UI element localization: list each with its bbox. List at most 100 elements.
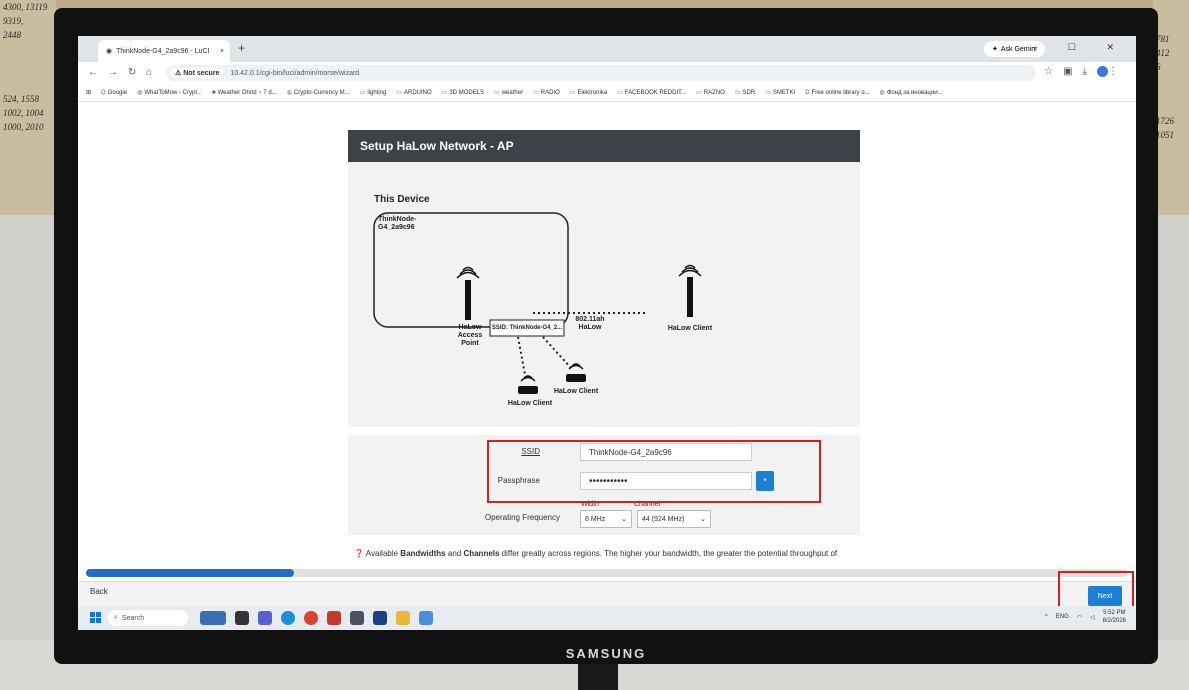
address-bar[interactable]: ⚠ Not secure 10.42.0.1/cgi-bin/luci/admi… [166, 65, 1036, 81]
chevron-up-icon[interactable]: ^ [1045, 614, 1048, 620]
not-secure-chip[interactable]: ⚠ Not secure [170, 68, 225, 78]
extensions-icon[interactable]: ▣ [1063, 66, 1082, 77]
clock-time: 5:52 PM [1103, 610, 1126, 616]
shelf-label: 1000, 2010 [3, 122, 44, 132]
page-title: Setup HaLow Network - AP [348, 130, 860, 162]
clock[interactable]: 5:52 PM 8/2/2026 [1103, 609, 1126, 625]
shelf-label: 781 [1156, 34, 1170, 44]
link-label: 802.11ah HaLow [575, 316, 605, 331]
help-icon: ❓ [354, 549, 364, 558]
app-icon[interactable] [327, 611, 341, 625]
device-name-label: ThinkNode-G4_2a9c96 [378, 216, 417, 231]
back-button[interactable]: Back [90, 587, 108, 596]
chevron-down-icon: ⌄ [700, 516, 706, 523]
back-arrow-icon[interactable]: ← [88, 67, 98, 78]
windows-start-icon[interactable] [90, 612, 102, 624]
home-icon[interactable]: ⌂ [146, 67, 152, 78]
volume-icon[interactable]: ◁ [1090, 614, 1095, 621]
new-tab-button[interactable]: + [238, 41, 245, 55]
bookmark-folder[interactable]: ▭ SDR [735, 89, 755, 96]
folder-icon: ▭ [533, 90, 539, 96]
wizard-progress [86, 569, 1128, 577]
shelf-label: 6 [1156, 62, 1161, 72]
chevron-down-icon: ⌄ [621, 516, 627, 523]
profile-avatar[interactable] [1097, 66, 1108, 77]
close-tab-icon[interactable]: × [220, 48, 224, 55]
client-wifi-icon [568, 363, 584, 370]
bookmark-folder[interactable]: ▭ RAZNO [696, 89, 725, 96]
bookmark-folder[interactable]: ▭ ARDUINO [396, 89, 431, 96]
teams-icon[interactable] [258, 611, 272, 625]
bookmark-item[interactable]: ◍ WhatToMow - Crypt... [137, 89, 202, 96]
bookmark-item[interactable]: ■ Weather Ohrid ~ 7 d... [212, 90, 277, 96]
window-controls[interactable]: – ☐ ✕ [1032, 42, 1128, 53]
star-icon[interactable]: ☆ [1044, 66, 1063, 77]
client-link-1 [517, 336, 527, 381]
taskbar-apps [200, 611, 433, 625]
widgets-icon[interactable] [200, 611, 226, 625]
bookmark-folder[interactable]: ▭ lighting [360, 89, 387, 96]
browser-tab[interactable]: ◉ ThinkNode-G4_2a9c96 - LuCI × [98, 40, 230, 62]
ap-antenna-icon [465, 280, 471, 320]
client-wifi-icon [678, 264, 702, 277]
bookmark-folder[interactable]: ▭ RADIO [533, 89, 560, 96]
width-value: 8 MHz [585, 515, 606, 523]
site-icon: D [805, 89, 810, 96]
g-icon: G [101, 89, 106, 96]
ap-wifi-icon [456, 266, 480, 279]
wifi-icon[interactable]: ◠ [1077, 614, 1082, 621]
progress-fill [86, 569, 295, 577]
chrome-icon[interactable] [304, 611, 318, 625]
site-icon: ◍ [137, 90, 143, 96]
toolbar-icons: ☆▣⤓ ⋮ [1044, 66, 1128, 77]
client-router-icon [518, 386, 538, 394]
bookmark-item[interactable]: ◍ Crypto-Currency M... [287, 89, 350, 96]
channel-select[interactable]: 44 (924 MHz) ⌄ [637, 510, 711, 528]
highlight-box [487, 440, 821, 503]
client-link-2 [542, 336, 572, 369]
bookmark-item[interactable]: G Google [101, 90, 127, 96]
shelf-label: 412 [1156, 48, 1170, 58]
bookmark-folder[interactable]: ▭ weather [494, 89, 523, 96]
site-icon: ■ [212, 89, 216, 96]
task-view-icon[interactable] [235, 611, 249, 625]
taskbar-search[interactable]: ⌕ Search [108, 610, 188, 626]
folder-icon: ▭ [617, 90, 623, 96]
app-icon[interactable] [419, 611, 433, 625]
tab-title: ThinkNode-G4_2a9c96 - LuCI [116, 47, 210, 55]
download-icon[interactable]: ⤓ [1083, 66, 1097, 77]
client-wifi-icon [520, 375, 536, 382]
folder-icon: ▭ [494, 90, 500, 96]
client-router-icon [566, 374, 586, 382]
apps-grid-icon[interactable]: ⊞ [86, 89, 91, 96]
globe-icon: ◉ [106, 48, 113, 55]
bookmark-item[interactable]: D Free online library o... [805, 90, 869, 96]
menu-icon[interactable]: ⋮ [1108, 66, 1128, 77]
warning-icon: ⚠ [175, 70, 182, 77]
width-select[interactable]: 8 MHz ⌄ [580, 510, 632, 528]
shelf-left-labels: 4300, 13119 9319, 2448 524, 1558 1002, 1… [0, 0, 56, 215]
client-bottom-label: HaLow Client [507, 400, 553, 407]
folder-icon: ▭ [765, 90, 771, 96]
bookmark-folder[interactable]: ▭ FACEBOOK REDDIT... [617, 89, 686, 96]
app-icon[interactable] [373, 611, 387, 625]
channel-value: 44 (924 MHz) [642, 515, 685, 523]
url-text: 10.42.0.1/cgi-bin/luci/admin/morse/wizar… [230, 69, 360, 77]
edge-icon[interactable] [281, 611, 295, 625]
bookmark-folder[interactable]: ▭ Elektronika [570, 89, 607, 96]
access-point-label: HaLow Access Point [457, 324, 483, 347]
screen: ◉ ThinkNode-G4_2a9c96 - LuCI × + ✦ Ask G… [78, 36, 1136, 630]
language-indicator[interactable]: ENG [1056, 614, 1069, 620]
forward-arrow-icon[interactable]: → [108, 67, 118, 78]
bookmark-folder[interactable]: ▭ 3D MODELS [442, 89, 484, 96]
region-note: ❓ Available Bandwidths and Channels diff… [354, 549, 838, 558]
this-device-label: This Device [374, 194, 430, 205]
reload-icon[interactable]: ↻ [128, 67, 136, 78]
not-secure-label: Not secure [183, 70, 220, 77]
sparkle-icon: ✦ [992, 46, 998, 53]
bookmark-item[interactable]: ◍ Фонд за иновации... [880, 89, 943, 96]
site-icon: ◍ [286, 90, 292, 96]
calculator-icon[interactable] [350, 611, 364, 625]
bookmark-folder[interactable]: ▭ SMETKI [765, 89, 795, 96]
file-explorer-icon[interactable] [396, 611, 410, 625]
